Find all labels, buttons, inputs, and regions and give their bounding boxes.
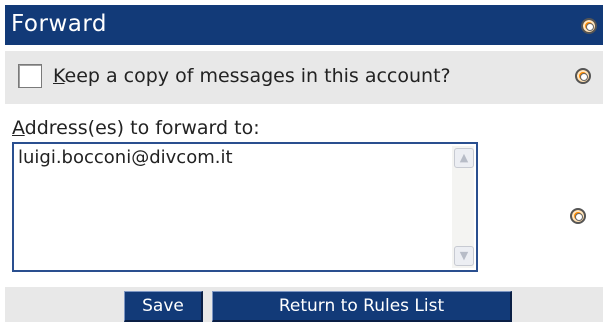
keep-copy-checkbox[interactable] <box>18 64 42 88</box>
keep-copy-label-text: eep a copy of messages in this account? <box>64 65 451 87</box>
forward-addresses-label-text: ddress(es) to forward to: <box>24 117 260 139</box>
keep-copy-accesskey: K <box>53 65 65 87</box>
section-title: Forward <box>11 11 107 37</box>
forward-addresses-accesskey: A <box>12 117 25 139</box>
chevron-up-icon[interactable]: ▲ <box>454 148 474 168</box>
forward-addresses-textarea[interactable]: luigi.bocconi@divcom.it ▲ ▼ <box>12 142 478 272</box>
keep-copy-row: Keep a copy of messages in this account? <box>5 51 603 104</box>
save-button[interactable]: Save <box>124 291 203 322</box>
button-bar: Save Return to Rules List <box>5 287 603 322</box>
help-icon[interactable] <box>570 208 586 224</box>
help-icon[interactable] <box>581 18 597 34</box>
return-to-rules-list-button[interactable]: Return to Rules List <box>212 291 512 322</box>
forward-section-header: Forward <box>5 5 603 45</box>
keep-copy-label[interactable]: Keep a copy of messages in this account? <box>53 65 451 87</box>
chevron-down-icon[interactable]: ▼ <box>454 246 474 266</box>
forward-addresses-label: Address(es) to forward to: <box>12 117 260 139</box>
textarea-scrollbar[interactable]: ▲ ▼ <box>452 146 474 268</box>
help-icon[interactable] <box>575 68 591 84</box>
forward-addresses-value[interactable]: luigi.bocconi@divcom.it <box>18 147 233 168</box>
